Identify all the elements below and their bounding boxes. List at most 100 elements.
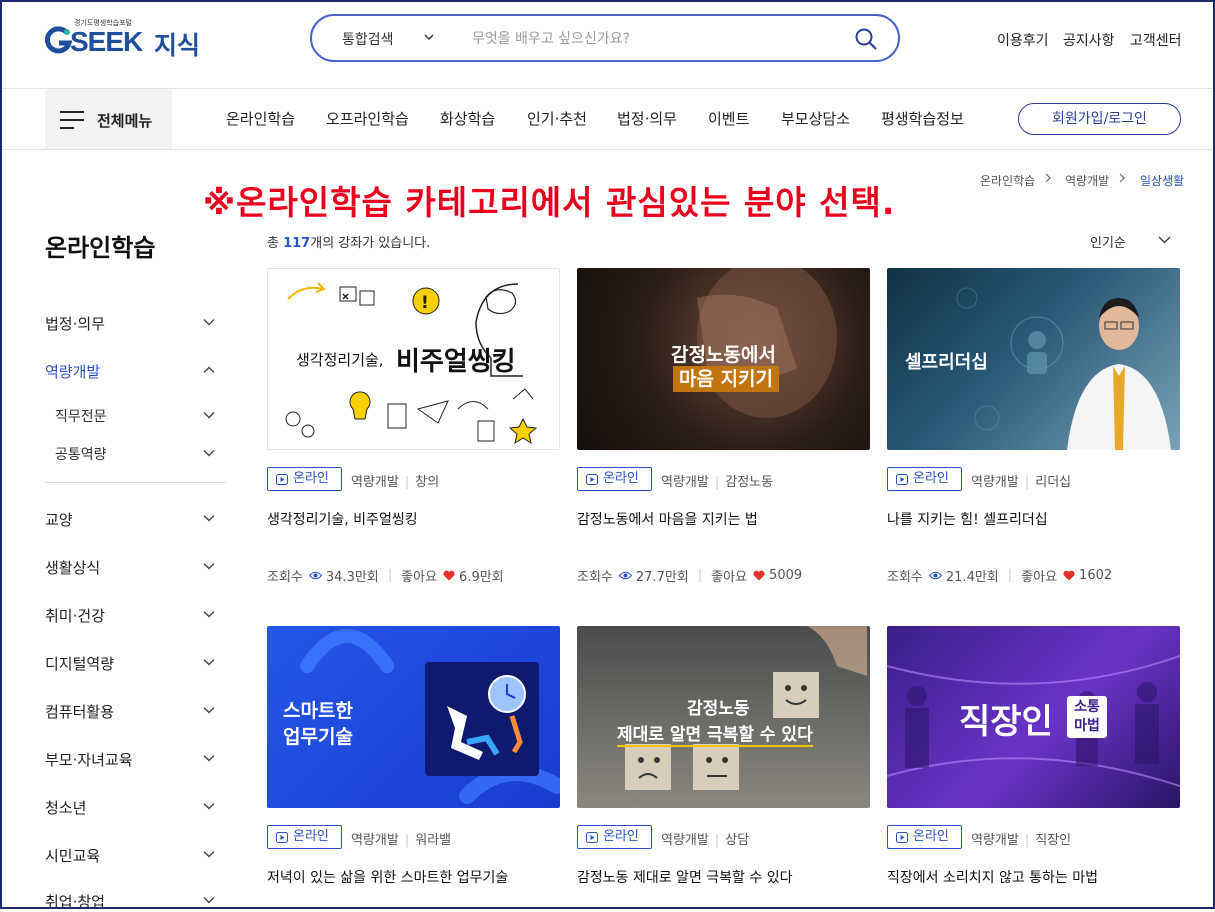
chevron-down-icon[interactable] bbox=[424, 32, 434, 42]
sidebar-item-legal[interactable]: 법정·의무 bbox=[45, 313, 105, 334]
chevron-down-icon[interactable] bbox=[203, 411, 215, 419]
chevron-down-icon[interactable] bbox=[203, 706, 215, 714]
course-thumbnail[interactable]: 감정노동에서 마음 지키기 bbox=[577, 268, 870, 450]
tag-subcategory: 감정노동 bbox=[725, 475, 774, 490]
course-tags: 역량개발 | 상담 bbox=[661, 833, 750, 848]
nav-online[interactable]: 온라인학습 bbox=[226, 108, 295, 129]
tag-subcategory: 직장인 bbox=[1035, 833, 1072, 848]
tag-category: 역량개발 bbox=[351, 475, 399, 490]
heart-icon bbox=[753, 570, 765, 581]
thumbnail-badge: 소통 마법 bbox=[1067, 696, 1107, 738]
tag-subcategory: 리더십 bbox=[1035, 475, 1072, 490]
signup-login-button[interactable]: 회원가입/로그인 bbox=[1018, 103, 1181, 135]
badge-word-2: 마법 bbox=[1074, 718, 1100, 734]
sidebar-item-culture[interactable]: 교양 bbox=[45, 509, 73, 530]
thumbnail-title-line1: 스마트한 bbox=[283, 700, 353, 722]
site-logo[interactable]: 경기도평생학습포털 SEEK 지식 bbox=[44, 18, 214, 62]
notices-link[interactable]: 공지사항 bbox=[1063, 30, 1115, 50]
course-thumbnail[interactable]: 직장인 소통 마법 bbox=[887, 626, 1180, 808]
breadcrumb-item[interactable]: 역량개발 bbox=[1065, 172, 1109, 189]
breadcrumb-current[interactable]: 일상생활 bbox=[1140, 172, 1184, 189]
badge-label: 온라인 bbox=[603, 829, 639, 844]
search-icon[interactable] bbox=[854, 27, 878, 51]
course-title[interactable]: 직장에서 소리치지 않고 통하는 마법 bbox=[887, 867, 1098, 887]
nav-popular[interactable]: 인기·추천 bbox=[527, 108, 587, 129]
play-icon bbox=[586, 474, 598, 485]
chevron-down-icon[interactable] bbox=[203, 562, 215, 570]
breadcrumb-item[interactable]: 온라인학습 bbox=[980, 172, 1035, 189]
count-suffix: 개의 강좌가 있습니다. bbox=[310, 236, 431, 251]
online-badge: 온라인 bbox=[887, 825, 962, 849]
logo-subtext: 지식 bbox=[154, 31, 201, 60]
nav-event[interactable]: 이벤트 bbox=[708, 108, 749, 129]
count-prefix: 총 bbox=[267, 236, 284, 251]
reviews-link[interactable]: 이용후기 bbox=[997, 30, 1049, 50]
sidebar-item-computer[interactable]: 컴퓨터활용 bbox=[45, 701, 114, 722]
sidebar-item-life[interactable]: 생활상식 bbox=[45, 557, 100, 578]
chevron-down-icon[interactable] bbox=[203, 802, 215, 810]
course-stats: 조회수 21.4만회 | 좋아요 1602 bbox=[887, 568, 1113, 585]
search-category-select[interactable]: 통합검색 bbox=[342, 29, 394, 49]
chevron-down-icon[interactable] bbox=[203, 658, 215, 666]
play-icon bbox=[276, 474, 288, 485]
tag-subcategory: 상담 bbox=[725, 833, 750, 848]
course-title[interactable]: 생각정리기술, 비주얼씽킹 bbox=[267, 509, 418, 529]
sidebar-item-citizen[interactable]: 시민교육 bbox=[45, 845, 100, 866]
nav-lifelong-info[interactable]: 평생학습정보 bbox=[881, 108, 964, 129]
svg-text:!: ! bbox=[421, 293, 429, 313]
sidebar-item-digital[interactable]: 디지털역량 bbox=[45, 653, 114, 674]
chevron-down-icon[interactable] bbox=[203, 318, 215, 326]
all-menu-button[interactable]: 전체메뉴 bbox=[45, 89, 172, 149]
course-thumbnail[interactable]: 스마트한 업무기술 bbox=[267, 626, 560, 808]
sidebar-subitem-common[interactable]: 공통역량 bbox=[55, 444, 107, 464]
likes-label: 좋아요 bbox=[401, 570, 438, 585]
course-tags: 역량개발 | 워라밸 bbox=[351, 833, 452, 848]
chevron-down-icon[interactable] bbox=[203, 610, 215, 618]
course-title[interactable]: 감정노동 제대로 알면 극복할 수 있다 bbox=[577, 867, 792, 887]
thumbnail-title: 직장인 bbox=[959, 702, 1053, 742]
chevron-up-icon[interactable] bbox=[203, 366, 215, 374]
sidebar-item-hobby[interactable]: 취미·건강 bbox=[45, 605, 105, 626]
course-stats: 조회수 34.3만회 | 좋아요 6.9만회 bbox=[267, 568, 504, 585]
badge-label: 온라인 bbox=[913, 829, 949, 844]
sidebar-subitem-job[interactable]: 직무전문 bbox=[55, 406, 107, 426]
sidebar-divider bbox=[45, 482, 226, 483]
chevron-down-icon[interactable] bbox=[203, 754, 215, 762]
course-thumbnail[interactable]: 감정노동 제대로 알면 극복할 수 있다 bbox=[577, 626, 870, 808]
course-title[interactable]: 저녁이 있는 삶을 위한 스마트한 업무기술 bbox=[267, 867, 508, 887]
thumbnail-title-line2: 업무기술 bbox=[283, 726, 353, 748]
chevron-down-icon[interactable] bbox=[203, 449, 215, 457]
course-thumbnail[interactable]: 셀프리더십 bbox=[887, 268, 1180, 450]
course-title[interactable]: 감정노동에서 마음을 지키는 법 bbox=[577, 509, 758, 529]
sort-select[interactable]: 인기순 bbox=[1090, 232, 1126, 251]
nav-divider bbox=[2, 149, 1213, 150]
sidebar-item-competency[interactable]: 역량개발 bbox=[45, 361, 100, 382]
views-count: 34.3만회 bbox=[325, 570, 379, 585]
likes-label: 좋아요 bbox=[711, 570, 748, 585]
course-tags: 역량개발 | 감정노동 bbox=[661, 475, 774, 490]
badge-label: 온라인 bbox=[913, 471, 949, 486]
sidebar-item-parenting[interactable]: 부모·자녀교육 bbox=[45, 749, 133, 770]
play-icon bbox=[586, 832, 598, 843]
play-icon bbox=[896, 832, 908, 843]
course-stats: 조회수 27.7만회 | 좋아요 5009 bbox=[577, 568, 803, 585]
chevron-right-icon bbox=[1045, 173, 1051, 183]
logo-g-icon bbox=[44, 26, 72, 54]
sidebar-item-youth[interactable]: 청소년 bbox=[45, 797, 86, 818]
online-badge: 온라인 bbox=[577, 467, 652, 491]
nav-offline[interactable]: 오프라인학습 bbox=[326, 108, 409, 129]
course-thumbnail[interactable]: ! 생각정리기술, 비주얼씽킹 bbox=[267, 268, 560, 450]
course-title[interactable]: 나를 지키는 힘! 셀프리더십 bbox=[887, 509, 1048, 529]
tag-category: 역량개발 bbox=[971, 833, 1019, 848]
chevron-down-icon[interactable] bbox=[1158, 236, 1171, 244]
chevron-down-icon[interactable] bbox=[203, 850, 215, 858]
customer-center-link[interactable]: 고객센터 bbox=[1130, 30, 1182, 50]
sidebar-title: 온라인학습 bbox=[45, 234, 156, 262]
chevron-down-icon[interactable] bbox=[203, 896, 215, 904]
search-input[interactable] bbox=[470, 26, 834, 52]
all-menu-label: 전체메뉴 bbox=[97, 112, 153, 130]
chevron-down-icon[interactable] bbox=[203, 514, 215, 522]
nav-video[interactable]: 화상학습 bbox=[440, 108, 495, 129]
nav-legal[interactable]: 법정·의무 bbox=[617, 108, 677, 129]
nav-parent-counsel[interactable]: 부모상담소 bbox=[781, 108, 850, 129]
